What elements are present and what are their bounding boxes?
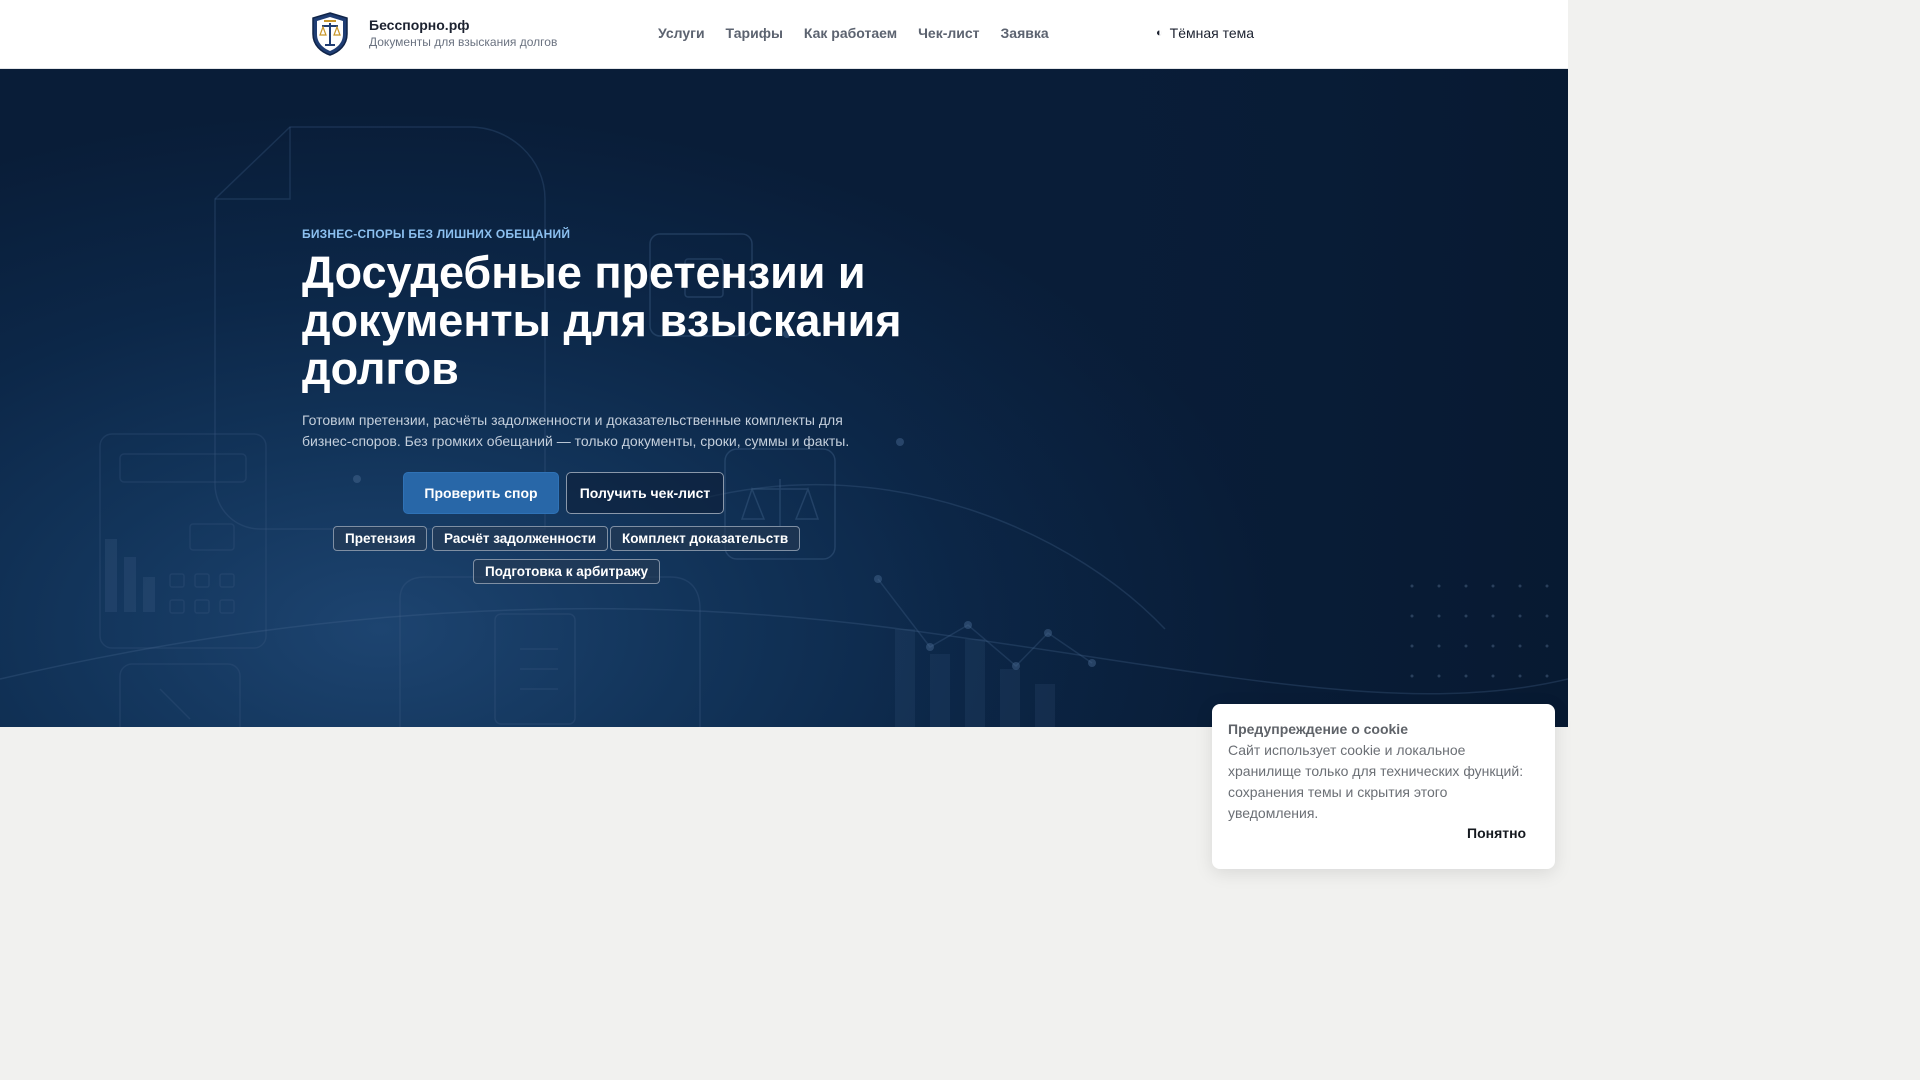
- shield-scales-logo-icon[interactable]: [311, 12, 349, 56]
- check-dispute-button[interactable]: Проверить спор: [403, 472, 559, 514]
- theme-toggle-label: Тёмная тема: [1169, 25, 1255, 41]
- cookie-banner-title: Предупреждение о cookie: [1228, 721, 1408, 737]
- hero-background-illustration: [0, 69, 1568, 727]
- hero-eyebrow: БИЗНЕС-СПОРЫ БЕЗ ЛИШНИХ ОБЕЩАНИЙ: [302, 227, 571, 241]
- bar-chart-icon: [105, 539, 155, 612]
- brand-tagline: Документы для взыскания долгов: [369, 35, 558, 49]
- cookie-banner-text: Сайт использует cookie и локальное храни…: [1228, 742, 1524, 821]
- cookie-accept-button[interactable]: Понятно: [1457, 825, 1536, 841]
- main-nav: Услуги Тарифы Как работаем Чек-лист Заяв…: [658, 25, 1049, 41]
- pen-card-icon: [119, 663, 241, 727]
- calculator-outline-icon: [99, 433, 267, 649]
- nav-link-pricing[interactable]: Тарифы: [726, 25, 783, 41]
- service-chip-claim[interactable]: Претензия: [333, 526, 428, 551]
- half-circle-contrast-icon: ◐: [1156, 27, 1163, 39]
- theme-toggle-button[interactable]: ◐ Тёмная тема: [1156, 25, 1254, 41]
- hero-section: БИЗНЕС-СПОРЫ БЕЗ ЛИШНИХ ОБЕЩАНИЙ Досудеб…: [0, 69, 1568, 727]
- nav-link-services[interactable]: Услуги: [658, 25, 705, 41]
- get-checklist-button[interactable]: Получить чек-лист: [566, 472, 724, 514]
- cookie-banner: Предупреждение о cookie Сайт использует …: [1212, 704, 1555, 869]
- service-chip-debt-calculation[interactable]: Расчёт задолженности: [432, 526, 608, 551]
- nav-link-checklist[interactable]: Чек-лист: [918, 25, 979, 41]
- folder-outline-icon: [399, 576, 701, 727]
- nav-link-request[interactable]: Заявка: [1001, 25, 1049, 41]
- service-chip-evidence-kit[interactable]: Комплект доказательств: [610, 526, 801, 551]
- site-header: Бесспорно.рф Документы для взыскания дол…: [0, 0, 1568, 69]
- hero-headline: Досудебные претензии и документы для взы…: [302, 247, 902, 394]
- nav-link-how-we-work[interactable]: Как работаем: [804, 25, 897, 41]
- service-chip-arbitration-prep[interactable]: Подготовка к арбитражу: [473, 559, 661, 584]
- brand-name[interactable]: Бесспорно.рф: [369, 17, 470, 33]
- hero-lead-text: Готовим претензии, расчёты задолженности…: [302, 412, 850, 449]
